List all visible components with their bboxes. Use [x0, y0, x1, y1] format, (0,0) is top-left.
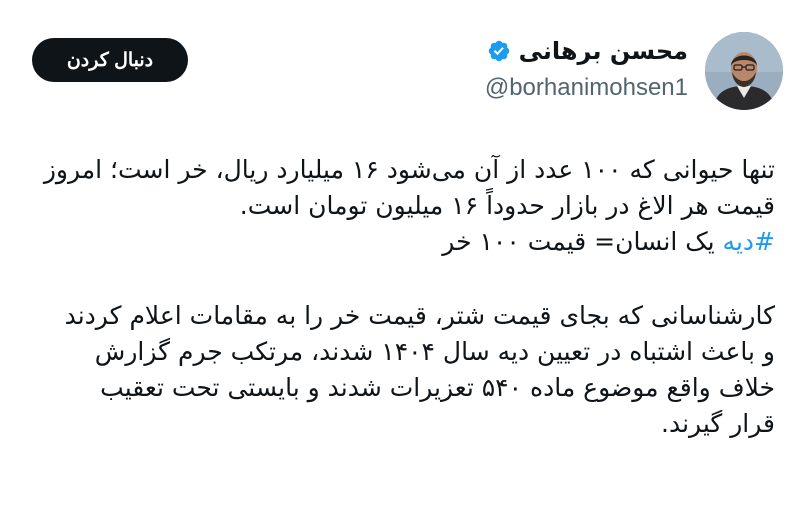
tweet-line: قیمت هر الاغ در بازار حدوداً ۱۶ میلیون ت…	[239, 191, 775, 220]
author-display-name[interactable]: محسن برهانی	[519, 36, 688, 66]
author-handle[interactable]: @borhanimohsen1	[485, 74, 688, 102]
tweet-card: محسن برهانی @borhanimohsen1 دنبال کردن ت…	[0, 0, 800, 520]
verified-badge-icon	[487, 39, 511, 63]
tweet-line: #دیه یک انسان= قیمت ۱۰۰ خر	[15, 224, 775, 260]
avatar-image	[705, 32, 783, 110]
hashtag-link[interactable]: #دیه	[723, 227, 775, 256]
author-identity[interactable]: محسن برهانی @borhanimohsen1	[485, 36, 688, 102]
tweet-line: خلاف واقع موضوع ماده ۵۴۰ تعزیرات شدند و …	[100, 373, 775, 402]
name-row: محسن برهانی	[485, 36, 688, 66]
tweet-line: قرار گیرند.	[661, 409, 775, 438]
tweet-text: تنها حیوانی که ۱۰۰ عدد از آن می‌شود ۱۶ م…	[15, 152, 775, 442]
tweet-line: تنها حیوانی که ۱۰۰ عدد از آن می‌شود ۱۶ م…	[43, 155, 775, 184]
tweet-line: کارشناسانی که بجای قیمت شتر، قیمت خر را …	[64, 301, 775, 330]
follow-button[interactable]: دنبال کردن	[32, 38, 188, 82]
avatar[interactable]	[705, 32, 783, 110]
tweet-line: و باعث اشتباه در تعیین دیه سال ۱۴۰۴ شدند…	[94, 337, 775, 366]
tweet-line-rest: یک انسان= قیمت ۱۰۰ خر	[442, 227, 723, 256]
